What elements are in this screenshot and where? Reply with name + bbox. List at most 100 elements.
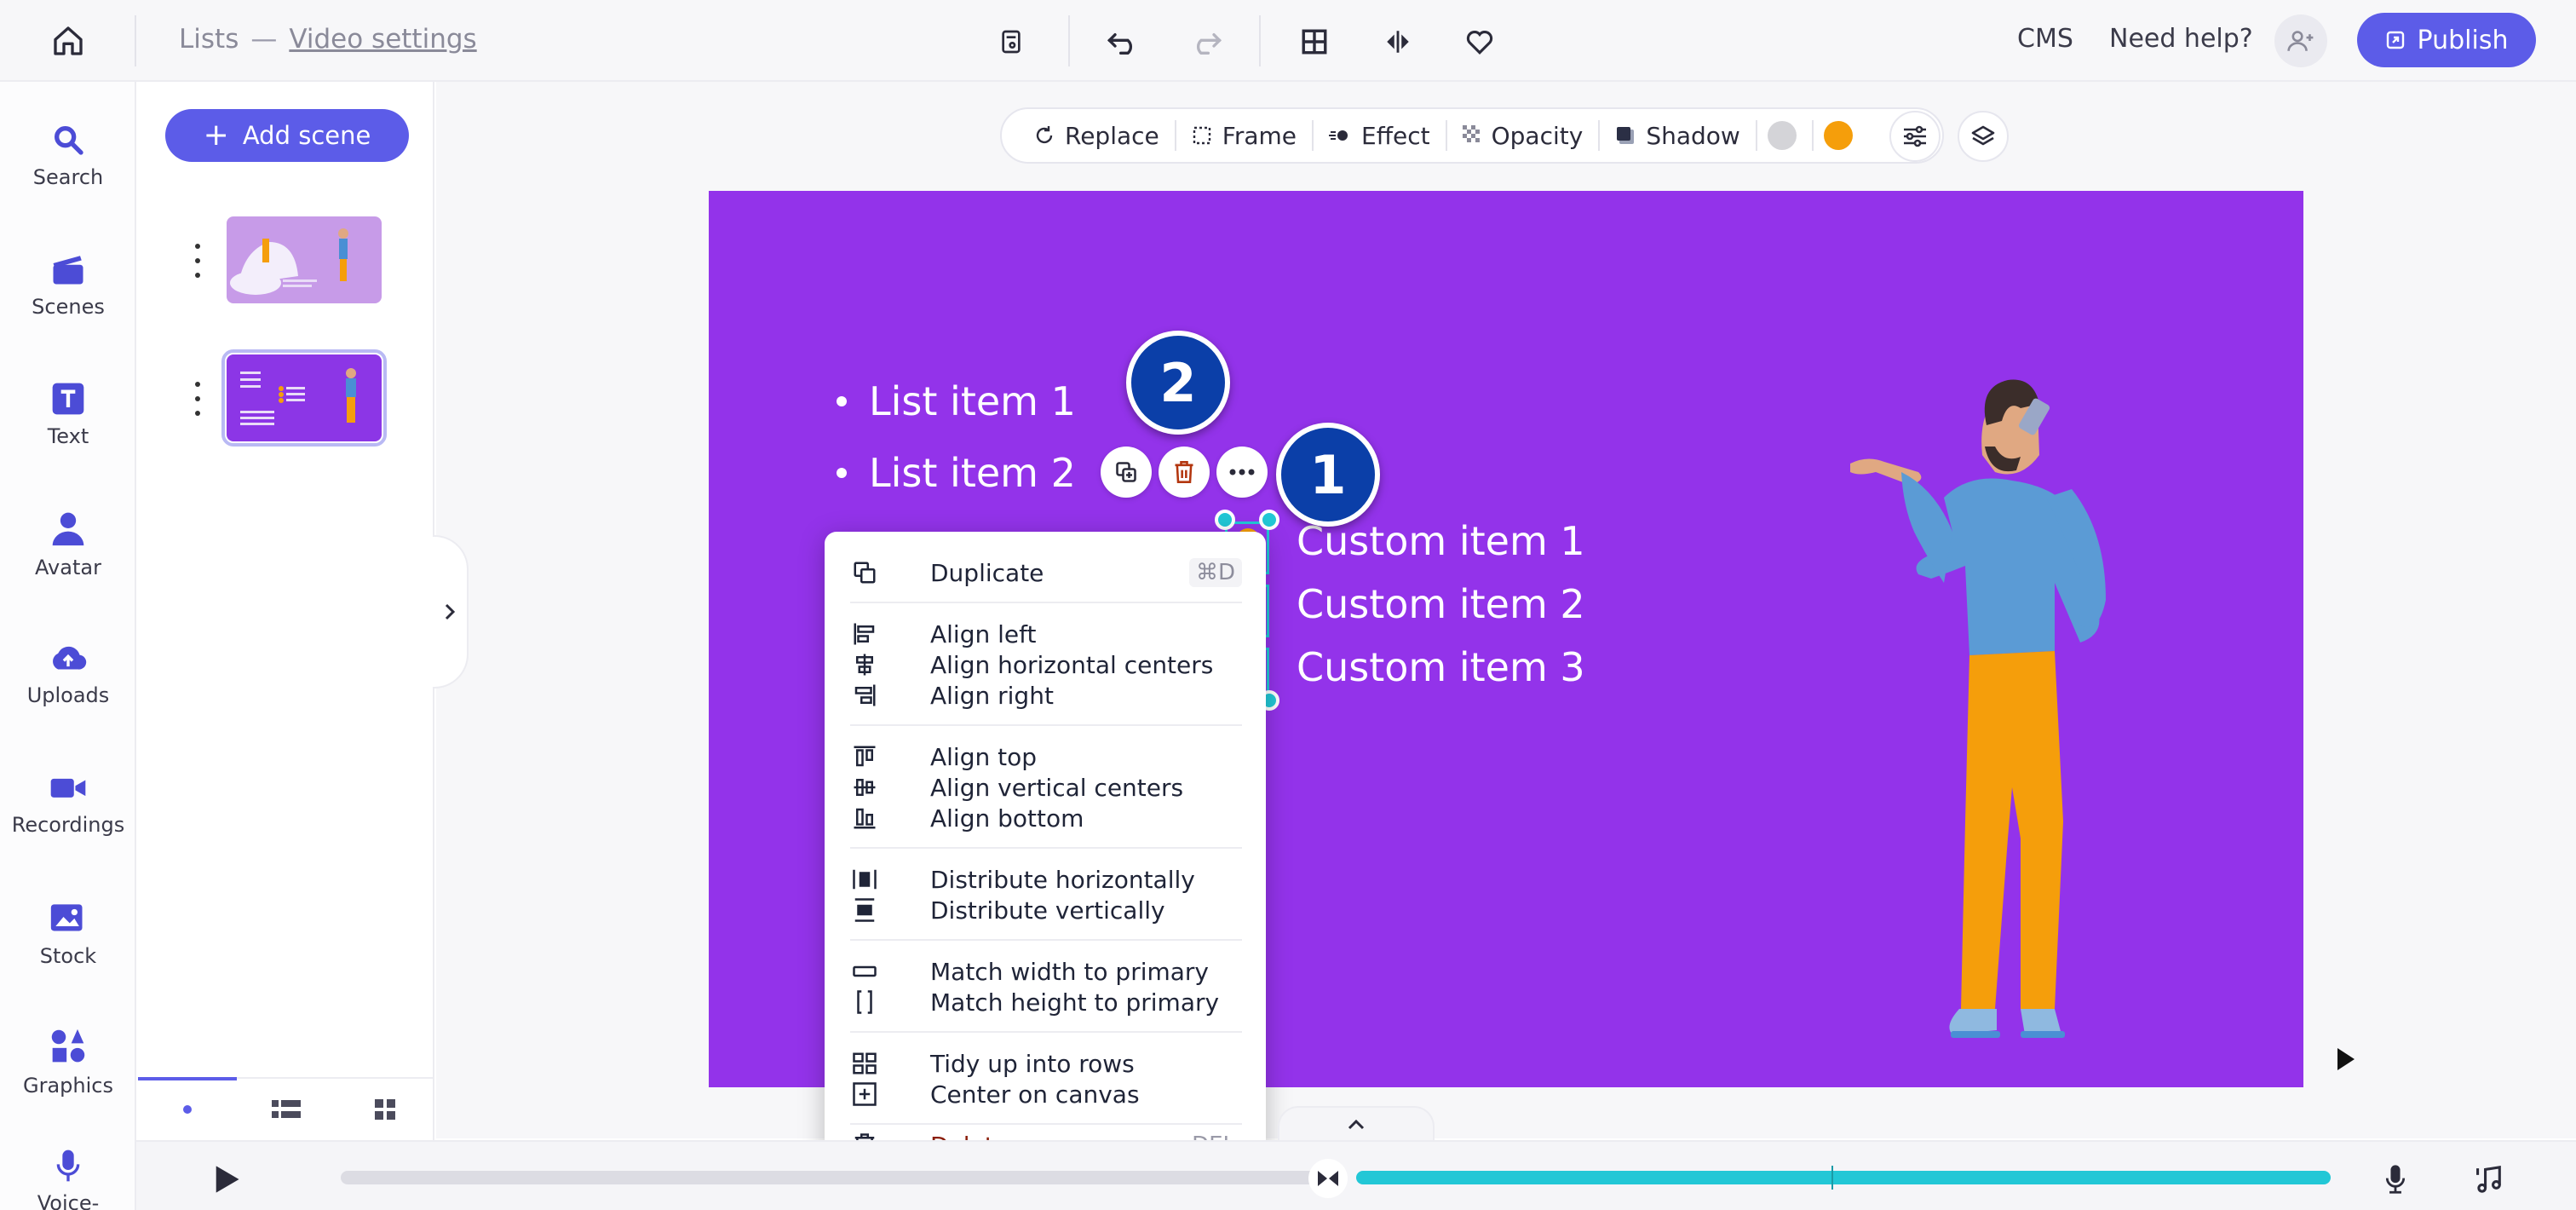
align-horizontal-centers-icon [850, 650, 879, 679]
effect-button[interactable]: Effect [1314, 107, 1446, 164]
scene-thumbnail-1[interactable] [227, 216, 382, 303]
menu-item-match-width[interactable]: Match width to primary [850, 956, 1242, 987]
bullet-dot [837, 396, 847, 406]
bullet-dot [837, 468, 847, 478]
replace-button[interactable]: Replace [1019, 107, 1175, 164]
menu-item-label: Match width to primary [930, 957, 1210, 986]
menu-item-align-left[interactable]: Align left [850, 619, 1242, 649]
breadcrumb-separator: — [250, 24, 278, 55]
menu-item-duplicate[interactable]: Duplicate ⌘D [850, 557, 1242, 588]
scenes-icon [53, 256, 83, 285]
timeline-track[interactable] [341, 1171, 1320, 1184]
nav-item-text[interactable]: Text [0, 382, 136, 484]
opacity-button[interactable]: Opacity [1447, 107, 1599, 164]
publish-button[interactable]: Publish [2357, 13, 2536, 67]
menu-item-align-top[interactable]: Align top [850, 741, 1242, 772]
stock-icon [50, 904, 83, 931]
save-icon[interactable] [988, 19, 1034, 65]
heart-icon[interactable] [1457, 19, 1503, 65]
menu-item-distribute-horizontally[interactable]: Distribute horizontally [850, 864, 1242, 895]
scene-menu-icon[interactable] [189, 382, 206, 416]
menu-item-label: Duplicate [930, 558, 1044, 587]
nav-item-uploads[interactable]: Uploads [0, 641, 136, 743]
grid-icon[interactable] [1291, 19, 1337, 65]
menu-item-align-vcenters[interactable]: Align vertical centers [850, 772, 1242, 803]
undo-icon[interactable] [1101, 19, 1147, 65]
frame-button[interactable]: Frame [1176, 107, 1312, 164]
scene-menu-icon[interactable] [189, 244, 206, 278]
text-icon [52, 383, 84, 415]
music-button[interactable] [2469, 1157, 2513, 1201]
menu-item-label: Align vertical centers [930, 773, 1184, 802]
nav-item-label: Stock [39, 944, 97, 968]
nav-item-stock[interactable]: Stock [0, 898, 136, 1000]
divider [1068, 15, 1070, 66]
nav-item-avatar[interactable]: Avatar [0, 510, 136, 612]
tab-single-view[interactable] [138, 1079, 237, 1140]
nav-item-recordings[interactable]: Recordings [0, 770, 136, 873]
menu-item-match-height[interactable]: Match height to primary [850, 987, 1242, 1017]
menu-item-label: Align horizontal centers [930, 650, 1214, 679]
opacity-icon [1462, 125, 1480, 142]
opacity-label: Opacity [1491, 121, 1584, 150]
nav-item-label: Avatar [35, 556, 101, 579]
distribute-vertical-icon [850, 896, 879, 925]
menu-item-align-bottom[interactable]: Align bottom [850, 803, 1242, 833]
add-scene-label: Add scene [242, 121, 371, 150]
cms-link[interactable]: CMS [2017, 24, 2073, 54]
list-item[interactable]: List item 1 [837, 378, 1076, 424]
next-scene-icon[interactable] [2332, 1045, 2358, 1074]
add-scene-button[interactable]: + Add scene [165, 109, 409, 162]
color-swatch-grey[interactable] [1767, 121, 1797, 150]
menu-item-align-hcenters[interactable]: Align horizontal centers [850, 649, 1242, 680]
resize-handle[interactable] [1259, 510, 1279, 530]
custom-item-text[interactable]: Custom item 3 [1297, 644, 1585, 690]
shadow-icon [1617, 127, 1635, 144]
redo-icon[interactable] [1182, 19, 1228, 65]
menu-item-distribute-vertically[interactable]: Distribute vertically [850, 895, 1242, 925]
voice-record-button[interactable] [2373, 1157, 2418, 1201]
nav-item-scenes[interactable]: Scenes [0, 252, 136, 354]
play-button[interactable] [204, 1157, 249, 1201]
resize-handle[interactable] [1215, 510, 1235, 530]
menu-item-center-canvas[interactable]: Center on canvas [850, 1079, 1242, 1109]
list-item[interactable]: List item 2 [837, 450, 1076, 496]
list-item-text: List item 2 [869, 450, 1076, 496]
menu-item-label: Align right [930, 681, 1054, 710]
scene-transition-handle[interactable] [1308, 1159, 1348, 1198]
color-swatch-orange[interactable] [1823, 121, 1853, 150]
expand-timeline-tab[interactable] [1278, 1106, 1435, 1142]
custom-item-text[interactable]: Custom item 2 [1297, 581, 1585, 627]
match-height-icon [850, 988, 879, 1017]
nav-item-graphics[interactable]: Graphics [0, 1028, 136, 1130]
help-link[interactable]: Need help? [2109, 24, 2253, 54]
home-icon[interactable] [46, 19, 90, 63]
nav-item-voice[interactable]: Voice- [0, 1149, 136, 1210]
breadcrumb-video-settings-link[interactable]: Video settings [289, 24, 476, 55]
breadcrumb-root[interactable]: Lists [179, 24, 239, 55]
tab-grid-view[interactable] [336, 1079, 434, 1140]
menu-item-align-right[interactable]: Align right [850, 680, 1242, 711]
add-user-button[interactable] [2274, 14, 2327, 67]
divider [135, 15, 136, 66]
flip-icon[interactable] [1375, 19, 1421, 65]
more-options-button[interactable] [1216, 447, 1268, 498]
menu-item-label: Distribute vertically [930, 896, 1165, 925]
duplicate-icon [1116, 462, 1136, 482]
duplicate-quick-button[interactable] [1101, 447, 1152, 498]
layers-button[interactable] [1958, 111, 2009, 162]
effect-icon [1329, 130, 1348, 141]
nav-item-search[interactable]: Search [0, 123, 136, 225]
delete-quick-button[interactable] [1159, 447, 1210, 498]
scene-timeline-segment[interactable] [1356, 1171, 2331, 1184]
tab-list-view[interactable] [237, 1079, 336, 1140]
layers-icon [1971, 125, 1995, 146]
menu-item-tidy-rows[interactable]: Tidy up into rows [850, 1048, 1242, 1079]
adjust-settings-button[interactable] [1889, 111, 1941, 162]
scene-thumbnail-2[interactable] [221, 349, 387, 447]
collapse-panel-handle[interactable] [433, 535, 469, 689]
man-on-phone-illustration[interactable] [1850, 361, 2157, 1087]
shadow-button[interactable]: Shadow [1600, 107, 1755, 164]
recording-icon [50, 778, 86, 798]
step-badge-2: 2 [1126, 331, 1230, 435]
